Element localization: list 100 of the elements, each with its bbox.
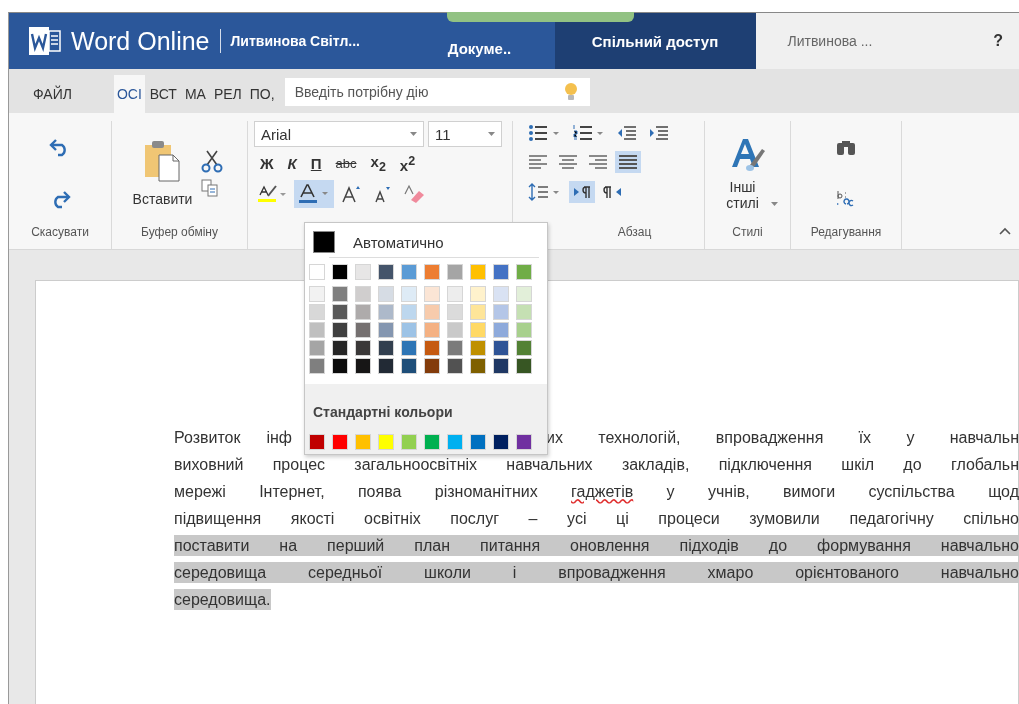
- color-swatch[interactable]: [424, 358, 440, 374]
- color-swatch[interactable]: [378, 286, 394, 302]
- color-swatch[interactable]: [447, 304, 463, 320]
- ribbon-tab[interactable]: ФАЙЛ: [21, 75, 84, 113]
- color-swatch[interactable]: [493, 286, 509, 302]
- subscript-button[interactable]: x$_{2}$: [370, 153, 386, 174]
- bold-button[interactable]: Ж: [260, 155, 274, 172]
- color-swatch[interactable]: [470, 358, 486, 374]
- color-swatch[interactable]: [470, 434, 486, 450]
- color-swatch[interactable]: [493, 434, 509, 450]
- color-swatch[interactable]: [516, 358, 532, 374]
- color-swatch[interactable]: [332, 322, 348, 338]
- color-swatch[interactable]: [516, 264, 532, 280]
- color-swatch[interactable]: [332, 340, 348, 356]
- color-swatch[interactable]: [447, 434, 463, 450]
- color-swatch[interactable]: [470, 264, 486, 280]
- font-name-dropdown[interactable]: Arial: [254, 121, 424, 147]
- ribbon-tab[interactable]: ВСТ: [146, 75, 180, 113]
- color-swatch[interactable]: [332, 304, 348, 320]
- color-swatch[interactable]: [378, 322, 394, 338]
- color-swatch[interactable]: [516, 340, 532, 356]
- color-swatch[interactable]: [355, 264, 371, 280]
- color-swatch[interactable]: [401, 286, 417, 302]
- align-justify-icon[interactable]: [615, 151, 641, 173]
- paste-button[interactable]: Вставити: [132, 139, 193, 207]
- color-swatch[interactable]: [493, 304, 509, 320]
- color-swatch[interactable]: [309, 304, 325, 320]
- color-swatch[interactable]: [309, 340, 325, 356]
- help-button[interactable]: ?: [993, 32, 1003, 50]
- group-label: Абзац: [616, 225, 653, 241]
- color-swatch[interactable]: [493, 322, 509, 338]
- superscript-button[interactable]: x$^{2}$: [399, 153, 416, 174]
- color-swatch[interactable]: [401, 340, 417, 356]
- styles-button[interactable]: Інші стилі: [717, 135, 778, 211]
- underline-button[interactable]: П: [310, 155, 322, 172]
- color-swatch[interactable]: [424, 304, 440, 320]
- color-swatch[interactable]: [447, 322, 463, 338]
- color-swatch[interactable]: [378, 304, 394, 320]
- color-swatch[interactable]: [332, 286, 348, 302]
- left-to-right-icon[interactable]: [569, 181, 595, 203]
- color-swatch[interactable]: [424, 322, 440, 338]
- color-swatch[interactable]: [401, 322, 417, 338]
- color-swatch[interactable]: [378, 340, 394, 356]
- color-swatch[interactable]: [309, 286, 325, 302]
- tell-me-field[interactable]: Введіть потрібну дію: [284, 78, 590, 106]
- account-name[interactable]: Литвинова ...: [787, 33, 873, 49]
- color-swatch[interactable]: [493, 358, 509, 374]
- color-swatch[interactable]: [516, 434, 532, 450]
- color-swatch[interactable]: [355, 304, 371, 320]
- color-swatch[interactable]: [355, 286, 371, 302]
- color-swatch[interactable]: [516, 322, 532, 338]
- collapse-ribbon-icon[interactable]: [999, 227, 1011, 235]
- color-swatch[interactable]: [470, 322, 486, 338]
- color-swatch[interactable]: [447, 340, 463, 356]
- user-name[interactable]: Литвинова Світл...: [230, 33, 405, 49]
- color-swatch[interactable]: [401, 358, 417, 374]
- color-swatch[interactable]: [309, 358, 325, 374]
- strike-button[interactable]: abc: [335, 156, 357, 171]
- color-swatch[interactable]: [355, 322, 371, 338]
- color-swatch[interactable]: [424, 264, 440, 280]
- automatic-color-option[interactable]: Автоматично: [305, 223, 452, 257]
- color-swatch[interactable]: [401, 304, 417, 320]
- color-swatch[interactable]: [447, 286, 463, 302]
- ribbon-tab[interactable]: РЕЛ: [210, 75, 245, 113]
- color-swatch[interactable]: [470, 304, 486, 320]
- font-color-button[interactable]: [294, 180, 334, 208]
- ribbon-tab[interactable]: МА: [181, 75, 209, 113]
- caret-icon: [488, 132, 495, 136]
- color-swatch[interactable]: [332, 358, 348, 374]
- color-swatch[interactable]: [424, 434, 440, 450]
- color-swatch[interactable]: [424, 286, 440, 302]
- color-swatch[interactable]: [378, 434, 394, 450]
- color-swatch[interactable]: [309, 434, 325, 450]
- color-swatch[interactable]: [493, 340, 509, 356]
- color-swatch[interactable]: [309, 264, 325, 280]
- color-swatch[interactable]: [447, 358, 463, 374]
- color-swatch[interactable]: [470, 340, 486, 356]
- color-swatch[interactable]: [332, 264, 348, 280]
- font-size-dropdown[interactable]: 11: [428, 121, 502, 147]
- color-swatch[interactable]: [401, 264, 417, 280]
- color-swatch[interactable]: [516, 286, 532, 302]
- color-swatch[interactable]: [309, 322, 325, 338]
- color-swatch[interactable]: [493, 264, 509, 280]
- caret-icon: [410, 132, 417, 136]
- color-swatch[interactable]: [378, 358, 394, 374]
- color-swatch[interactable]: [516, 304, 532, 320]
- color-swatch[interactable]: [355, 340, 371, 356]
- color-swatch[interactable]: [355, 434, 371, 450]
- color-swatch[interactable]: [401, 434, 417, 450]
- color-swatch[interactable]: [332, 434, 348, 450]
- color-swatch[interactable]: [470, 286, 486, 302]
- title-tab[interactable]: Докуме..: [404, 27, 555, 69]
- color-swatch[interactable]: [355, 358, 371, 374]
- ribbon-tab[interactable]: ОСІ: [113, 75, 145, 113]
- ribbon-tab[interactable]: ПО,: [246, 75, 278, 113]
- italic-button[interactable]: К: [287, 155, 297, 172]
- color-swatch[interactable]: [424, 340, 440, 356]
- title-tab[interactable]: Спільний доступ: [554, 13, 756, 69]
- color-swatch[interactable]: [378, 264, 394, 280]
- color-swatch[interactable]: [447, 264, 463, 280]
